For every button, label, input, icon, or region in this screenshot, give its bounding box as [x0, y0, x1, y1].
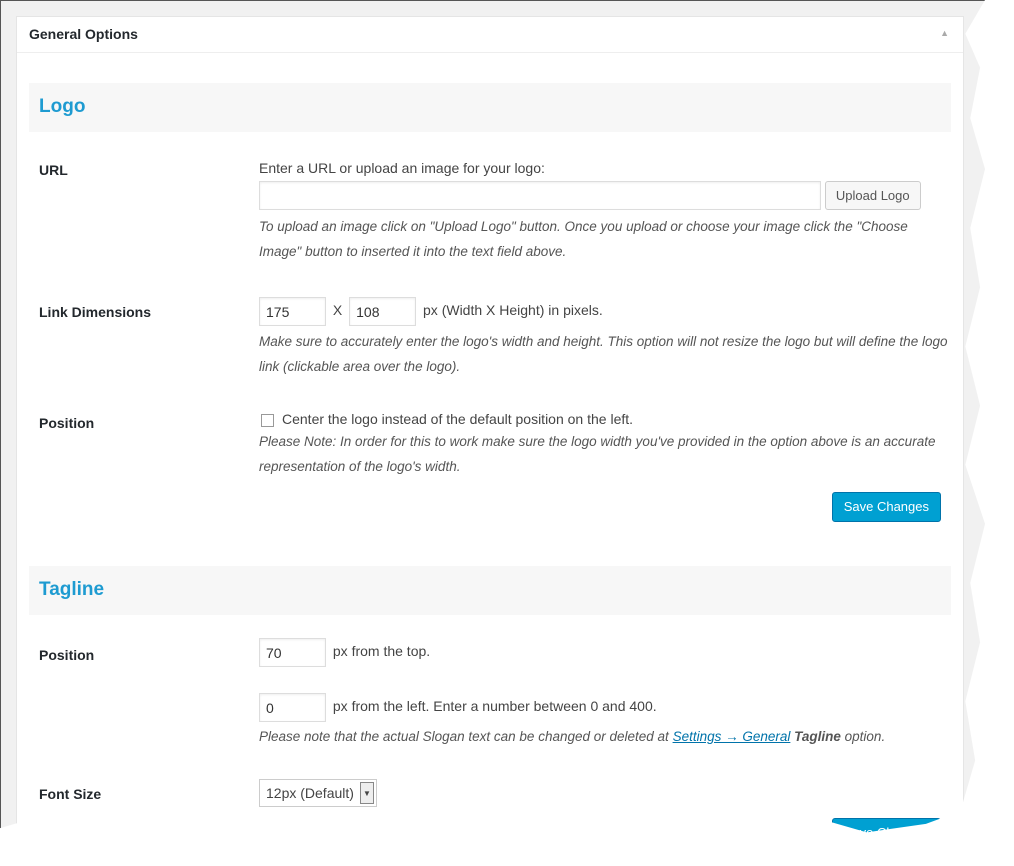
page: General Options ▲ Logo URL Enter a URL or… — [0, 0, 985, 833]
general-options-panel: General Options ▲ Logo URL Enter a URL or… — [16, 16, 964, 833]
logo-position-label: Position — [39, 415, 95, 431]
save-changes-button[interactable]: Save Changes — [831, 492, 941, 522]
position-description: Please Note: In order for this to work m… — [259, 434, 936, 474]
settings-general-link[interactable]: Settings → General — [673, 729, 791, 744]
desc-bold: Tagline — [794, 729, 841, 744]
tagline-top-input[interactable] — [259, 638, 326, 667]
desc-text: Please note that the actual Slogan text … — [259, 729, 673, 744]
section-heading-logo: Logo — [29, 83, 951, 132]
tagline-left-input[interactable] — [259, 693, 326, 722]
font-size-select[interactable]: 12px (Default) ▼ — [259, 779, 377, 807]
dimension-separator: X — [332, 302, 343, 319]
dimension-suffix: px (Width X Height) in pixels. — [423, 302, 603, 319]
font-size-label: Font Size — [39, 786, 102, 802]
tagline-description: Please note that the actual Slogan text … — [259, 724, 979, 749]
dimensions-description: Make sure to accurately enter the logo's… — [259, 334, 948, 374]
panel-header[interactable]: General Options ▲ — [17, 17, 963, 53]
url-description: To upload an image click on "Upload Logo… — [259, 219, 908, 259]
url-label: URL — [39, 162, 68, 178]
left-suffix: px from the left. Enter a number between… — [332, 698, 657, 715]
upload-logo-button[interactable]: Upload Logo — [824, 181, 921, 210]
logo-width-input[interactable] — [259, 297, 326, 326]
panel-title: General Options — [29, 26, 138, 42]
logo-height-input[interactable] — [349, 297, 417, 326]
center-logo-checkbox[interactable] — [261, 413, 274, 427]
url-prompt: Enter a URL or upload an image for your … — [259, 160, 545, 176]
collapse-arrow-icon[interactable]: ▲ — [940, 28, 949, 38]
dropdown-arrow-icon: ▼ — [359, 782, 374, 804]
font-size-value: 12px (Default) — [266, 785, 354, 801]
center-logo-label: Center the logo instead of the default p… — [282, 411, 634, 427]
section-heading-tagline: Tagline — [29, 566, 951, 615]
top-suffix: px from the top. — [332, 643, 431, 660]
tagline-position-label: Position — [39, 647, 95, 663]
link-dimensions-label: Link Dimensions — [39, 304, 152, 320]
logo-url-input[interactable] — [259, 181, 821, 210]
tagline-save-changes-button[interactable]: Save Changes — [831, 818, 941, 833]
desc-text-end: option. — [840, 729, 886, 744]
